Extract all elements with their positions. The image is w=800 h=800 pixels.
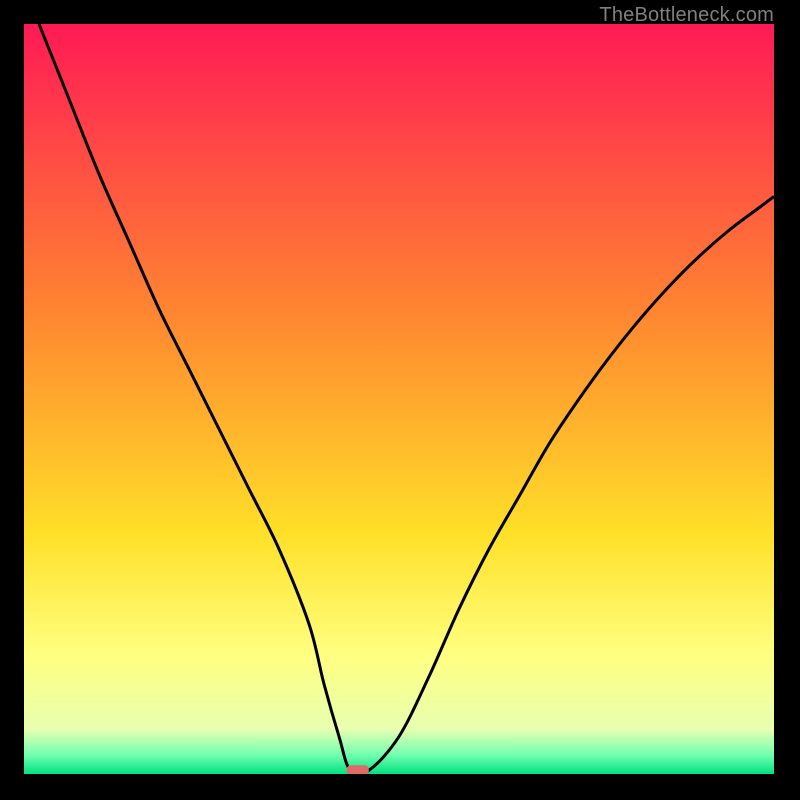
chart-background — [24, 24, 774, 774]
optimal-point-marker — [347, 765, 369, 774]
chart-frame: TheBottleneck.com — [0, 0, 800, 800]
bottleneck-chart — [24, 24, 774, 774]
